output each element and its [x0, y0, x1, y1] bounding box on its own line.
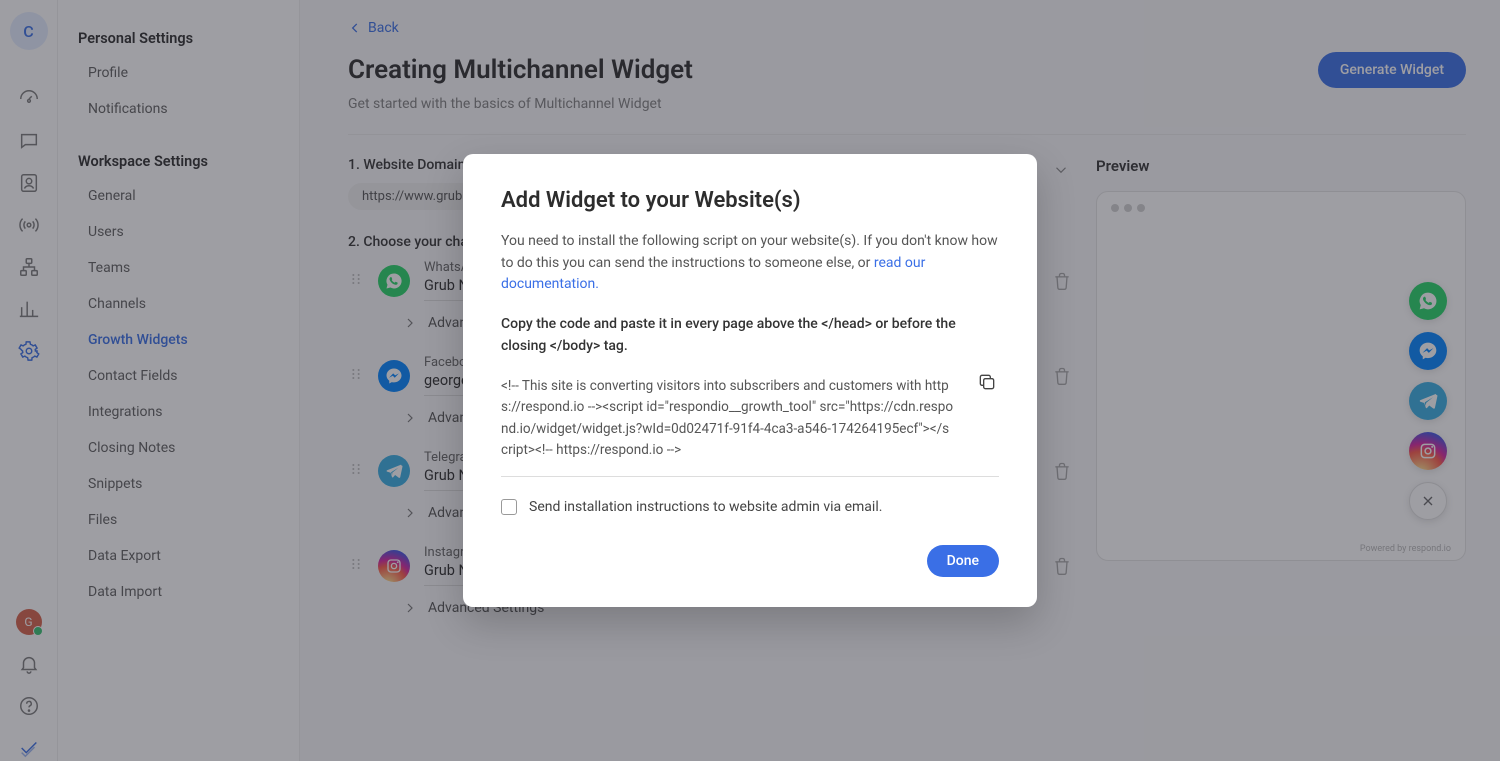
modal-title: Add Widget to your Website(s) [501, 188, 999, 213]
done-button[interactable]: Done [927, 545, 999, 577]
checkbox-icon[interactable] [501, 499, 517, 515]
send-email-checkbox-row[interactable]: Send installation instructions to websit… [501, 499, 999, 515]
copy-icon [977, 372, 997, 392]
code-block: <!-- This site is converting visitors in… [501, 372, 999, 477]
widget-code: <!-- This site is converting visitors in… [501, 376, 955, 462]
add-widget-modal: Add Widget to your Website(s) You need t… [463, 154, 1037, 607]
modal-overlay[interactable]: Add Widget to your Website(s) You need t… [0, 0, 1500, 761]
copy-code-button[interactable] [977, 372, 997, 396]
checkbox-label: Send installation instructions to websit… [529, 499, 882, 515]
modal-instruction: Copy the code and paste it in every page… [501, 314, 999, 357]
modal-description: You need to install the following script… [501, 231, 999, 296]
